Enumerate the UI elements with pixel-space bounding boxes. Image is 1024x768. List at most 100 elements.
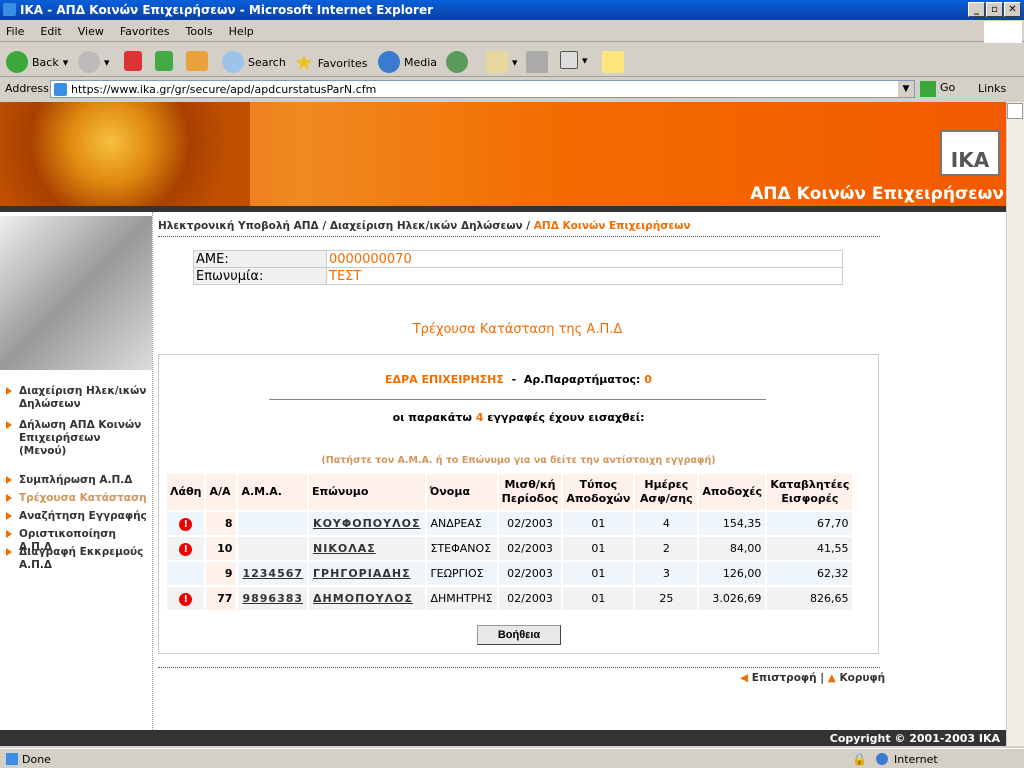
ama-cell: 1234567 — [238, 562, 308, 585]
history-button[interactable] — [446, 51, 468, 73]
surname-link[interactable]: ΔΗΜΟΠΟΥΛΟΣ — [313, 592, 413, 605]
arrow-icon — [6, 476, 12, 484]
hint-text: (Πατήστε τον Α.Μ.Α. ή το Επώνυμο για να … — [321, 455, 716, 466]
search-button[interactable]: Search — [222, 51, 286, 73]
sidebar-item-delete[interactable]: Διαγραφή Εκκρεμούς Α.Π.Δ — [6, 546, 151, 572]
column-header: Μισθ/κή Περίοδος — [498, 474, 562, 510]
column-header: Ημέρες Ασφ/σης — [635, 474, 698, 510]
refresh-button[interactable] — [155, 51, 173, 71]
period-cell: 02/2003 — [498, 587, 562, 610]
name-cell: ΣΤΕΦΑΝΟΣ — [426, 537, 497, 560]
column-header: Καταβλητέες Εισφορές — [767, 474, 853, 510]
back-button[interactable]: Back ▾ — [6, 51, 68, 73]
error-icon[interactable]: ! — [179, 542, 193, 556]
discuss-button[interactable] — [602, 51, 624, 73]
edit-button[interactable]: ▾ — [560, 51, 588, 69]
sunflower-image — [0, 102, 250, 212]
surname-cell: ΓΡΗΓΟΡΙΑΔΗΣ — [309, 562, 425, 585]
arrow-icon — [6, 512, 12, 520]
name-cell: ΔΗΜΗΤΡΗΣ — [426, 587, 497, 610]
aa-cell: 9 — [206, 562, 237, 585]
top-link[interactable]: Κορυφή — [840, 672, 886, 684]
surname-link[interactable]: ΚΟΥΦΟΠΟΥΛΟΣ — [313, 517, 420, 530]
stop-icon — [124, 51, 142, 71]
error-cell: ! — [167, 512, 205, 535]
note-icon — [602, 51, 624, 73]
breadcrumb-link[interactable]: Διαχείριση Ηλεκ/ικών Δηλώσεων — [330, 220, 523, 232]
surname-cell: ΝΙΚΟΛΑΣ — [309, 537, 425, 560]
close-button[interactable]: ✕ — [1004, 2, 1021, 17]
sidebar-item-manage[interactable]: Διαχείριση Ηλεκ/ικών Δηλώσεων — [6, 385, 151, 411]
media-button[interactable]: Media — [378, 51, 437, 73]
banner: IKA ΑΠΔ Κοινών Επιχειρήσεων — [0, 102, 1006, 212]
menu-view[interactable]: View — [78, 25, 104, 38]
ie-icon — [3, 3, 16, 16]
ama-link[interactable]: 1234567 — [242, 567, 303, 580]
aa-cell: 10 — [206, 537, 237, 560]
contrib-cell: 41,55 — [767, 537, 853, 560]
address-dropdown[interactable]: ▼ — [898, 81, 914, 97]
maximize-button[interactable]: ▫ — [986, 2, 1003, 17]
print-icon — [526, 51, 548, 73]
column-header: Επώνυμο — [309, 474, 425, 510]
sidebar: Διαχείριση Ηλεκ/ικών Δηλώσεων Δήλωση ΑΠΔ… — [0, 212, 153, 732]
menu-favorites[interactable]: Favorites — [120, 25, 170, 38]
print-button[interactable] — [526, 51, 548, 73]
stop-button[interactable] — [124, 51, 142, 71]
sidebar-item-declaration-menu[interactable]: Δήλωση ΑΠΔ Κοινών Επιχειρήσεων (Μενού) — [6, 419, 151, 458]
table-row: ! 10 ΝΙΚΟΛΑΣ ΣΤΕΦΑΝΟΣ 02/2003 01 2 84,00… — [167, 537, 853, 560]
menu-tools[interactable]: Tools — [186, 25, 213, 38]
windows-logo — [984, 21, 1022, 43]
arrow-icon — [6, 494, 12, 502]
menu-help[interactable]: Help — [229, 25, 254, 38]
surname-cell: ΔΗΜΟΠΟΥΛΟΣ — [309, 587, 425, 610]
star-icon: ★ — [294, 51, 314, 76]
error-cell: ! — [167, 537, 205, 560]
error-icon[interactable]: ! — [179, 592, 193, 606]
column-header: Λάθη — [167, 474, 205, 510]
favorites-button[interactable]: ★ Favorites — [294, 51, 367, 76]
window-title: ΙΚΑ - ΑΠΔ Κοινών Επιχειρήσεων - Microsof… — [20, 3, 434, 17]
column-header: Αποδοχές — [699, 474, 766, 510]
menu-edit[interactable]: Edit — [40, 25, 61, 38]
home-button[interactable] — [186, 51, 208, 71]
links-button[interactable]: Links — [978, 82, 1006, 95]
column-header: Α.Μ.Α. — [238, 474, 308, 510]
vertical-scrollbar[interactable] — [1006, 102, 1024, 746]
column-header: Τύπος Αποδοχών — [563, 474, 634, 510]
address-input[interactable]: https://www.ika.gr/gr/secure/apd/apdcurs… — [50, 80, 915, 98]
help-button[interactable]: Βοήθεια — [477, 625, 561, 645]
minimize-button[interactable]: _ — [968, 2, 985, 17]
ama-link[interactable]: 9896383 — [242, 592, 303, 605]
arrow-icon — [6, 387, 12, 395]
divider — [269, 399, 766, 400]
sidebar-item-search[interactable]: Αναζήτηση Εγγραφής — [6, 510, 151, 523]
breadcrumb-link[interactable]: Ηλεκτρονική Υποβολή ΑΠΔ — [158, 220, 319, 232]
type-cell: 01 — [563, 562, 634, 585]
menu-file[interactable]: File — [6, 25, 24, 38]
page-icon — [6, 753, 18, 765]
sidebar-item-fill[interactable]: Συμπλήρωση Α.Π.Δ — [6, 474, 151, 487]
ika-logo[interactable]: IKA — [940, 130, 1000, 176]
surname-link[interactable]: ΝΙΚΟΛΑΣ — [313, 542, 376, 555]
footer: Copyright © 2001-2003 ΙΚΑ — [0, 730, 1006, 746]
page-content: IKA ΑΠΔ Κοινών Επιχειρήσεων Διαχείριση Η… — [0, 102, 1006, 746]
forward-button[interactable]: ▾ — [78, 51, 110, 73]
page-title: Τρέχουσα Κατάσταση της Α.Π.Δ — [412, 322, 623, 337]
name-cell: ΓΕΩΡΓΙΟΣ — [426, 562, 497, 585]
back-link[interactable]: Επιστροφή — [752, 672, 817, 684]
left-arrow-icon: ◀ — [740, 672, 749, 684]
period-cell: 02/2003 — [498, 562, 562, 585]
up-arrow-icon: ▲ — [827, 672, 836, 684]
menu-bar: File Edit View Favorites Tools Help — [0, 20, 1024, 42]
error-icon[interactable]: ! — [179, 517, 193, 531]
days-cell: 3 — [635, 562, 698, 585]
surname-link[interactable]: ΓΡΗΓΟΡΙΑΔΗΣ — [313, 567, 411, 580]
breadcrumb: Ηλεκτρονική Υποβολή ΑΠΔ / Διαχείριση Ηλε… — [158, 220, 691, 232]
globe-icon — [876, 753, 888, 765]
mail-button[interactable]: ▾ — [486, 51, 518, 73]
back-arrow-icon — [6, 51, 28, 73]
sidebar-item-current-status[interactable]: Τρέχουσα Κατάσταση — [6, 492, 151, 505]
scroll-thumb[interactable] — [1007, 103, 1023, 119]
go-button[interactable]: Go — [920, 81, 955, 97]
